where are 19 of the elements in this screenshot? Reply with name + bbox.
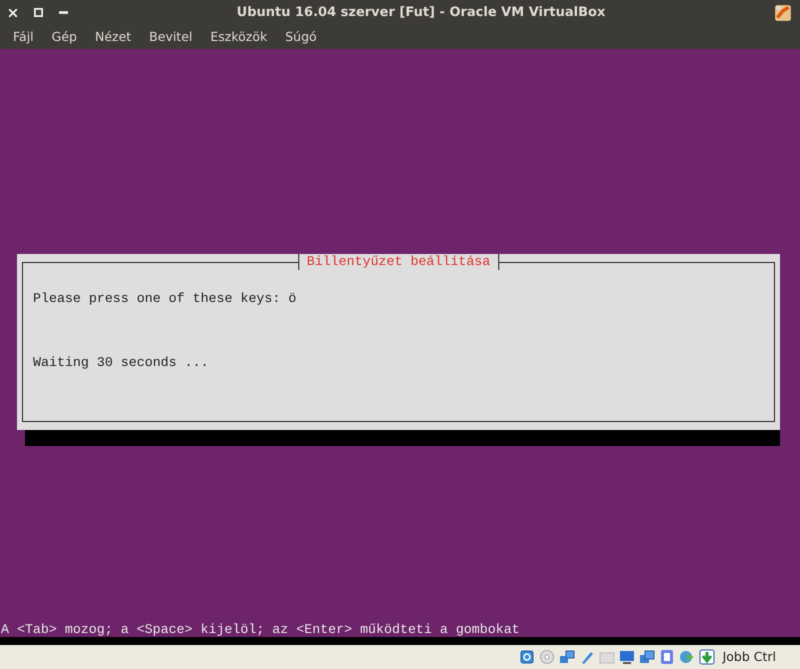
menu-item[interactable]: Fájl xyxy=(4,28,43,46)
menu-item[interactable]: Gép xyxy=(42,28,86,46)
maximize-icon[interactable] xyxy=(34,8,43,17)
menu-item[interactable]: Nézet xyxy=(86,28,140,46)
menu-item[interactable]: Bevitel xyxy=(140,28,202,46)
menu-item[interactable]: Eszközök xyxy=(201,28,276,46)
help-text: A <Tab> mozog; a <Space> kijelöl; az <Enter> működteti a gombokat xyxy=(0,622,521,637)
minimize-icon[interactable] xyxy=(59,10,68,14)
dialog-text: Please press one of these keys: ö xyxy=(33,291,298,307)
dialog-text: Waiting 30 seconds ... xyxy=(33,355,210,371)
host-key-label: Jobb Ctrl xyxy=(722,648,776,666)
windows-icon[interactable] xyxy=(638,649,655,665)
window-title: Ubuntu 16.04 szerver [Fut] - Oracle VM VirtualBox xyxy=(236,4,606,20)
close-icon[interactable] xyxy=(8,8,18,18)
dialog-title: Billentyűzet beállítása xyxy=(298,254,500,270)
app-icon xyxy=(774,4,792,22)
menu-item[interactable]: Súgó xyxy=(276,28,326,46)
display-icon[interactable] xyxy=(618,649,635,665)
download-icon[interactable] xyxy=(698,649,715,665)
